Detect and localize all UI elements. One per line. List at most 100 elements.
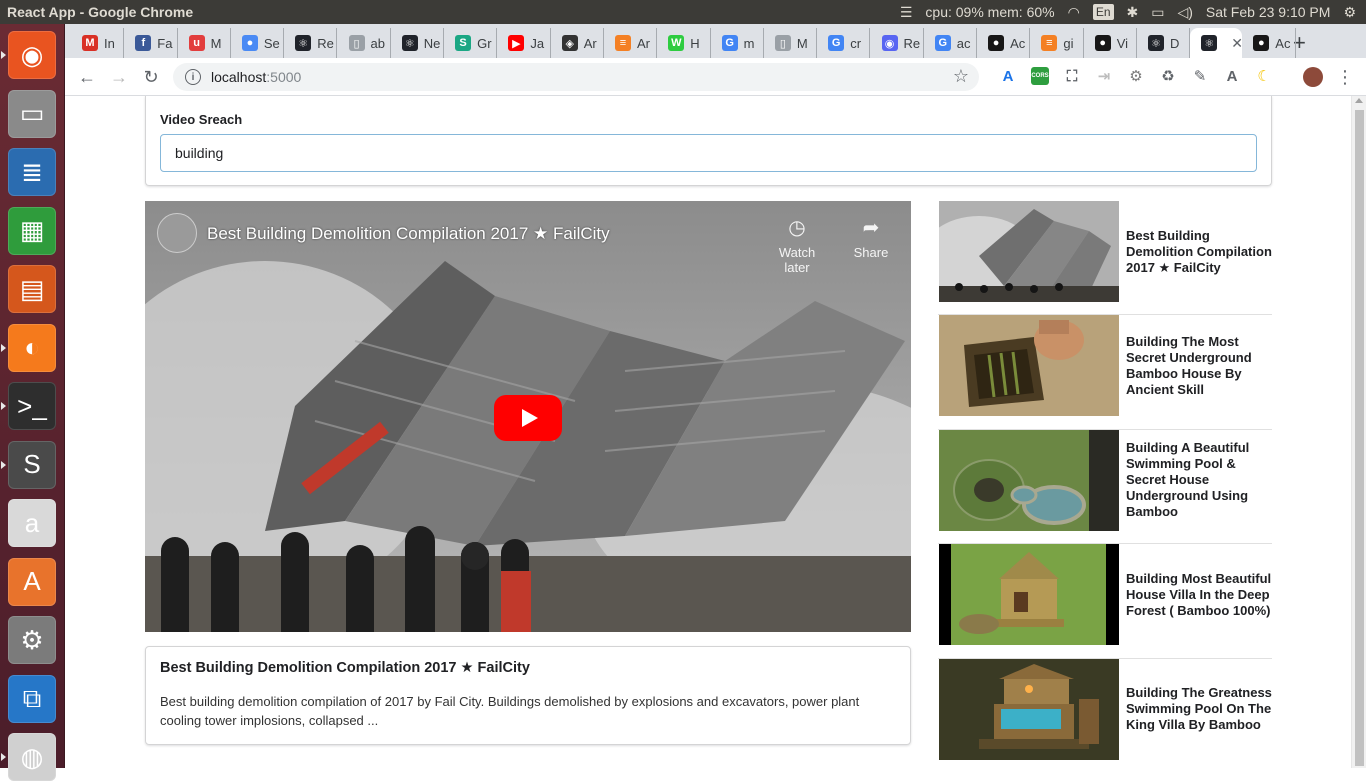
launcher-libreoffice-calc[interactable]: ▦ — [8, 206, 56, 255]
tab-label: Se — [263, 35, 280, 51]
tab-label: Ar — [583, 35, 597, 51]
forward-arrow-icon[interactable]: → — [107, 65, 131, 89]
video-thumbnail[interactable] — [939, 201, 1119, 302]
video-search-input[interactable] — [160, 134, 1257, 172]
browser-tab[interactable]: ▯ M — [764, 28, 818, 58]
browser-tab[interactable]: Gac — [924, 28, 978, 58]
system-settings-icon: ⚙ — [20, 624, 44, 655]
scrollbar-thumb[interactable] — [1355, 110, 1364, 766]
video-list-item[interactable]: Building The Most Secret Underground Bam… — [938, 315, 1272, 430]
browser-tab[interactable]: ▯ ab — [338, 28, 391, 58]
battery-icon[interactable]: ▭ — [1151, 4, 1164, 21]
react-devtools-extension-icon[interactable]: ⚙ — [1127, 67, 1145, 85]
launcher-software-center[interactable]: A — [8, 557, 56, 606]
tab-favicon-icon: ● — [988, 35, 1005, 51]
browser-tab[interactable]: ◉ Re — [871, 28, 924, 58]
video-list-item[interactable]: Building The Greatness Swimming Pool On … — [938, 658, 1272, 768]
launcher-sublime-text[interactable]: S — [8, 440, 56, 489]
tab-label: ab — [370, 35, 385, 51]
shield-extension-icon[interactable]: A — [1223, 67, 1241, 85]
browser-tab[interactable]: S Gr — [444, 28, 498, 58]
launcher-libreoffice-impress[interactable]: ▤ — [8, 265, 56, 313]
browser-tab[interactable]: ≡ Ar — [604, 28, 658, 58]
browser-tab[interactable]: ● Vi — [1084, 28, 1137, 58]
share-label: Share — [853, 245, 889, 260]
share-button[interactable]: ➦ Share — [841, 215, 901, 260]
launcher-ubuntu-dash[interactable]: ◉ — [8, 31, 56, 79]
browser-tab[interactable]: ≡ gi — [1030, 28, 1084, 58]
video-list-title[interactable]: Building Most Beautiful House Villa In t… — [1126, 544, 1272, 645]
video-list-title[interactable]: Building The Greatness Swimming Pool On … — [1126, 659, 1272, 760]
back-arrow-icon[interactable]: ← — [75, 65, 99, 89]
browser-tab[interactable]: uM — [178, 28, 231, 58]
keyboard-language[interactable]: En — [1092, 4, 1114, 20]
power-gear-icon[interactable]: ⚙ — [1343, 4, 1356, 21]
clock[interactable]: Sat Feb 23 9:10 PM — [1206, 4, 1331, 20]
cors-extension-icon[interactable]: CORS — [1031, 67, 1049, 85]
watch-later-button[interactable]: ◷ Watch later — [767, 215, 827, 275]
launcher-amazon[interactable]: a — [8, 499, 56, 547]
browser-tab[interactable]: ▶ Ja — [497, 28, 551, 58]
bookmark-star-icon[interactable]: ☆ — [953, 66, 969, 87]
eyedropper-extension-icon[interactable]: ✎ — [1191, 67, 1209, 85]
browser-tab[interactable]: ⚛ Re — [284, 28, 338, 58]
launcher-vscode[interactable]: ⧉ — [8, 674, 56, 723]
launcher-system-settings[interactable]: ⚙ — [8, 616, 56, 664]
tab-favicon-icon: ● — [1253, 35, 1270, 51]
browser-tab[interactable]: ● Ac — [977, 28, 1031, 58]
browser-tab[interactable]: ● Ac — [1242, 28, 1296, 58]
video-list-item[interactable]: Building Most Beautiful House Villa In t… — [938, 544, 1272, 659]
browser-tab[interactable]: ● Se — [231, 28, 285, 58]
chrome-menu-icon[interactable]: ⋮ — [1333, 65, 1357, 89]
browser-tab[interactable]: Gcr — [817, 28, 871, 58]
wifi-icon[interactable]: ◠ — [1068, 4, 1080, 21]
video-list-item[interactable]: Building A Beautiful Swimming Pool & Sec… — [938, 429, 1272, 545]
launcher-files[interactable]: ▭ — [8, 89, 56, 138]
screenshot-extension-icon[interactable]: ⛶ — [1063, 67, 1081, 85]
browser-tab[interactable]: ⚛ D — [1137, 28, 1191, 58]
tab-label: Vi — [1116, 35, 1129, 51]
video-list-title[interactable]: Building The Most Secret Underground Bam… — [1126, 315, 1272, 416]
reload-icon[interactable]: ↻ — [139, 65, 163, 89]
profile-avatar[interactable] — [1303, 67, 1323, 87]
tab-close-icon[interactable]: ✕ — [1231, 35, 1242, 52]
url-port: :5000 — [266, 69, 302, 85]
launcher-terminal[interactable]: >_ — [8, 382, 56, 430]
recycle-extension-icon[interactable]: ♻ — [1159, 67, 1177, 85]
browser-tab[interactable]: f Fa — [124, 28, 178, 58]
launcher-chrome[interactable]: ◍ — [8, 733, 56, 781]
channel-avatar[interactable] — [157, 213, 197, 253]
player-video-title[interactable]: Best Building Demolition Compilation 201… — [207, 224, 610, 244]
video-list-title[interactable]: Best Building Demolition Compilation 201… — [1126, 201, 1272, 302]
page-viewport: Video Sreach building Best Building Demo… — [65, 96, 1351, 768]
browser-tab[interactable]: ⚛ ✕ — [1190, 28, 1243, 58]
tab-favicon-icon: ◈ — [561, 35, 578, 51]
browser-tab[interactable]: WH — [657, 28, 711, 58]
video-thumbnail[interactable] — [939, 315, 1119, 417]
moon-extension-icon[interactable]: ☾ — [1255, 67, 1273, 85]
video-list-item[interactable]: Best Building Demolition Compilation 201… — [938, 201, 1272, 316]
video-thumbnail[interactable] — [939, 544, 1119, 646]
video-player[interactable]: Best Building Demolition Compilation 201… — [145, 201, 911, 632]
share-extension-icon[interactable]: ⇥ — [1095, 67, 1113, 85]
video-thumbnail[interactable] — [939, 658, 1119, 760]
bluetooth-icon[interactable]: ✱ — [1127, 4, 1139, 21]
volume-icon[interactable]: ◁) — [1177, 4, 1192, 21]
translate-extension-icon[interactable]: A — [999, 67, 1017, 85]
video-thumbnail[interactable] — [939, 429, 1119, 531]
page-scrollbar[interactable] — [1351, 96, 1366, 768]
address-bar[interactable]: i localhost:5000 ☆ — [173, 63, 979, 91]
browser-tab[interactable]: M In — [71, 28, 125, 58]
scroll-up-arrow-icon[interactable] — [1355, 98, 1363, 103]
video-list-title[interactable]: Building A Beautiful Swimming Pool & Sec… — [1126, 430, 1272, 531]
browser-tab[interactable]: ⚛ Ne — [391, 28, 445, 58]
cpu-mem-indicator[interactable]: cpu: 09% mem: 60% — [925, 4, 1054, 20]
launcher-firefox[interactable]: ◐ — [8, 323, 56, 372]
browser-tab[interactable]: ◈ Ar — [551, 28, 604, 58]
play-button[interactable] — [494, 395, 562, 441]
indicator-menu-icon[interactable]: ☰ — [900, 4, 913, 21]
site-info-icon[interactable]: i — [185, 69, 201, 85]
launcher-libreoffice-writer[interactable]: ≣ — [8, 148, 56, 196]
browser-tab[interactable]: Gm — [711, 28, 764, 58]
play-icon — [522, 409, 538, 427]
